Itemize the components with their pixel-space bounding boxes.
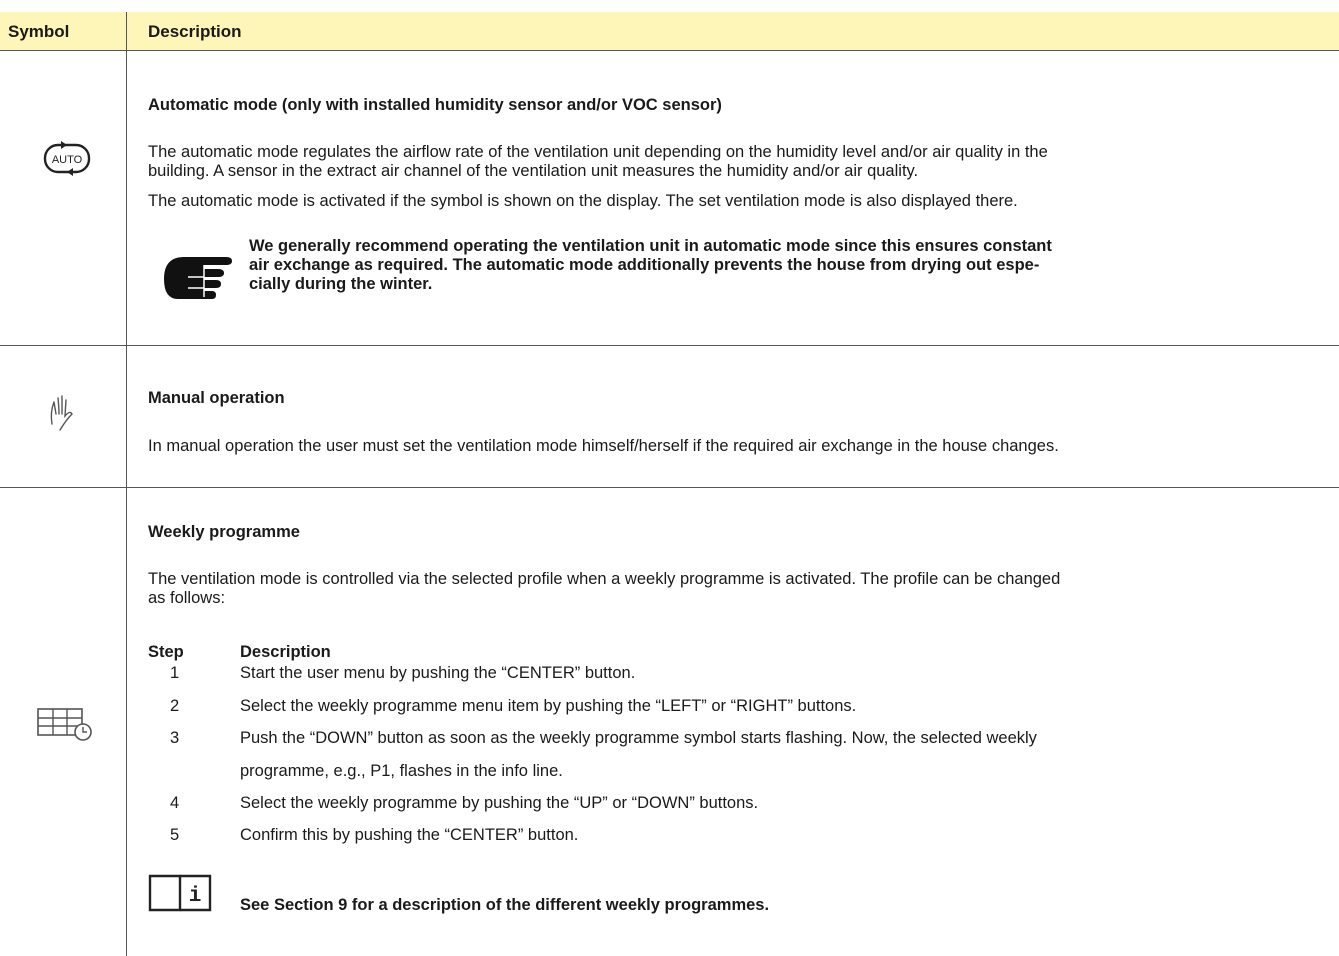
weekly-title: Weekly programme: [148, 523, 300, 541]
weekly-paragraph-line: The ventilation mode is controlled via t…: [148, 570, 1061, 588]
auto-paragraph-line: The automatic mode is activated if the s…: [148, 192, 1018, 210]
header-description: Description: [148, 22, 242, 41]
auto-note-line: cially during the winter.: [249, 275, 433, 293]
step-text: Push the “DOWN” button as soon as the we…: [240, 729, 1037, 747]
step-number: 5: [170, 826, 180, 844]
step-text-continuation: programme, e.g., P1, flashes in the info…: [240, 762, 563, 780]
step-number: 1: [170, 664, 180, 682]
step-text: Confirm this by pushing the “CENTER” but…: [240, 826, 579, 844]
weekly-calendar-clock-icon: [35, 707, 95, 748]
weekly-paragraph-line: as follows:: [148, 589, 226, 607]
step-text: Start the user menu by pushing the “CENT…: [240, 664, 636, 682]
table-header: Symbol Description: [0, 12, 1339, 51]
auto-mode-icon: AUTO: [42, 138, 92, 185]
header-symbol: Symbol: [8, 22, 70, 41]
step-text: Select the weekly programme by pushing t…: [240, 794, 759, 812]
svg-text:i: i: [189, 885, 202, 908]
description-column-header: Description: [240, 643, 331, 661]
auto-note-line: air exchange as required. The automatic …: [249, 256, 1040, 274]
step-number: 3: [170, 729, 180, 747]
pointing-hand-icon: [158, 249, 240, 310]
manual-title: Manual operation: [148, 389, 285, 407]
auto-paragraph-line: building. A sensor in the extract air ch…: [148, 162, 919, 180]
auto-note-line: We generally recommend operating the ven…: [249, 237, 1052, 255]
auto-title: Automatic mode (only with installed humi…: [148, 96, 722, 114]
row-divider: [0, 487, 1339, 488]
step-number: 4: [170, 794, 180, 812]
manual-text: In manual operation the user must set th…: [148, 437, 1059, 455]
svg-text:AUTO: AUTO: [52, 154, 83, 166]
column-divider: [126, 12, 127, 956]
row-divider: [0, 345, 1339, 346]
book-info-icon: i: [146, 870, 216, 919]
step-text: Select the weekly programme menu item by…: [240, 697, 857, 715]
step-column-header: Step: [148, 643, 184, 661]
step-number: 2: [170, 697, 180, 715]
auto-paragraph-line: The automatic mode regulates the airflow…: [148, 143, 1048, 161]
info-note-text: See Section 9 for a description of the d…: [240, 896, 770, 914]
manual-hand-icon: [46, 390, 78, 437]
